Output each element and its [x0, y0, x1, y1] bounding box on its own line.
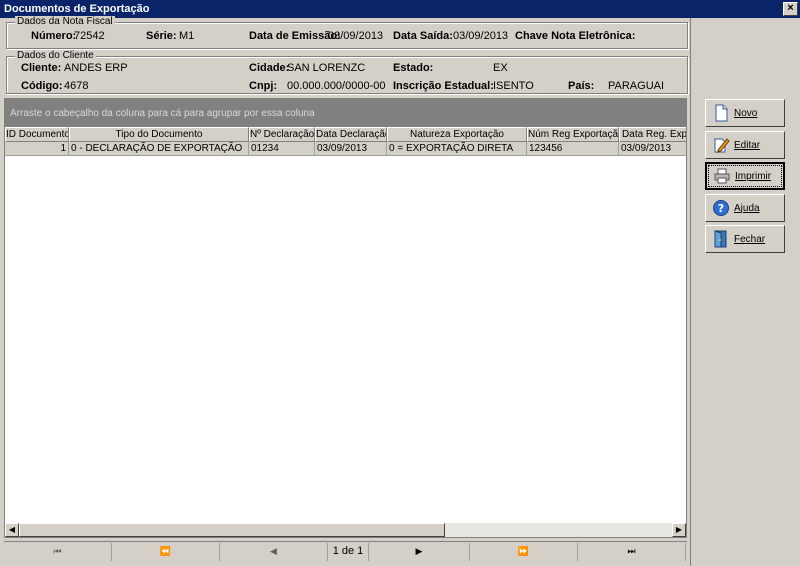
pais-value: PARAGUAI	[608, 80, 665, 92]
codigo-value: 4678	[64, 80, 89, 92]
ajuda-label: Ajuda	[734, 202, 760, 214]
cnpj-label: Cnpj:	[249, 80, 278, 92]
next-page-button[interactable]: ⏩	[470, 543, 578, 561]
close-icon: ×	[787, 2, 794, 14]
imprimir-button[interactable]: Imprimir	[705, 162, 785, 190]
previous-record-button[interactable]: ◀	[220, 543, 328, 561]
nota-fiscal-legend: Dados da Nota Fiscal	[15, 16, 115, 27]
exit-door-icon	[712, 230, 730, 248]
scroll-thumb[interactable]	[19, 523, 445, 537]
last-icon: ⏭	[627, 546, 636, 556]
codigo-label: Código:	[21, 80, 63, 92]
previous-page-button[interactable]: ⏪	[112, 543, 220, 561]
previous-icon: ◀	[270, 546, 277, 556]
documents-grid[interactable]: Arraste o cabeçalho da coluna para cá pa…	[4, 98, 687, 538]
cell-num-reg-exportacao[interactable]: 123456	[527, 142, 619, 156]
column-id-documento[interactable]: ID Documento	[5, 127, 69, 142]
edit-pencil-icon	[712, 136, 730, 154]
cliente-legend: Dados do Cliente	[15, 50, 96, 61]
cell-data-declaracao[interactable]: 03/09/2013	[315, 142, 387, 156]
nota-fiscal-group: Dados da Nota Fiscal Número: 72542 Série…	[6, 16, 688, 49]
new-document-icon	[712, 104, 730, 122]
saida-value: 03/09/2013	[453, 30, 509, 42]
novo-button[interactable]: Novo	[705, 99, 785, 127]
emissao-value: 03/09/2013	[328, 30, 384, 42]
emissao-label: Data de Emissão:	[249, 30, 341, 42]
cell-tipo-documento[interactable]: 0 - DECLARAÇÃO DE EXPORTAÇÃO	[69, 142, 249, 156]
table-row[interactable]: 1 0 - DECLARAÇÃO DE EXPORTAÇÃO 01234 03/…	[5, 142, 686, 156]
cidade-label: Cidade:	[249, 62, 290, 74]
next-record-button[interactable]: ▶	[368, 543, 470, 561]
ie-label: Inscrição Estadual:	[393, 80, 494, 92]
estado-label: Estado:	[393, 62, 434, 74]
imprimir-label: Imprimir	[735, 170, 772, 182]
cell-id-documento[interactable]: 1	[5, 142, 69, 156]
svg-text:?: ?	[718, 202, 724, 215]
help-icon: ?	[712, 199, 730, 217]
horizontal-scrollbar[interactable]: ◀ ▶	[5, 523, 686, 537]
close-button[interactable]: ×	[783, 2, 798, 16]
ajuda-button[interactable]: ? Ajuda	[705, 194, 785, 222]
serie-value: M1	[179, 30, 195, 42]
column-data-reg-exportacao[interactable]: Data Reg. Expor	[619, 127, 686, 142]
actions-panel: Novo Editar Imprimir ? Ajuda Fechar	[690, 18, 800, 566]
cnpj-value: 00.000.000/0000-00	[287, 80, 386, 92]
column-num-declaracao[interactable]: Nº Declaração	[249, 127, 315, 142]
first-icon: ⏮	[53, 546, 62, 556]
previous-page-icon: ⏪	[159, 546, 172, 556]
cliente-value: ANDES ERP	[64, 62, 128, 74]
cell-data-reg-exportacao[interactable]: 03/09/2013	[619, 142, 686, 156]
fechar-button[interactable]: Fechar	[705, 225, 785, 253]
saida-label: Data Saída:	[393, 30, 453, 42]
page-indicator: 1 de 1	[332, 545, 364, 557]
pais-label: País:	[568, 80, 595, 92]
first-record-button[interactable]: ⏮	[4, 543, 112, 561]
column-num-reg-exportacao[interactable]: Núm Reg Exportação	[527, 127, 619, 142]
cell-natureza-exportacao[interactable]: 0 = EXPORTAÇÃO DIRETA	[387, 142, 527, 156]
last-record-button[interactable]: ⏭	[578, 543, 686, 561]
scroll-right-button[interactable]: ▶	[672, 523, 686, 537]
column-natureza-exportacao[interactable]: Natureza Exportação	[387, 127, 527, 142]
numero-label: Número:	[31, 30, 77, 42]
editar-label: Editar	[734, 139, 761, 151]
window-title: Documentos de Exportação	[4, 3, 150, 15]
scroll-left-button[interactable]: ◀	[5, 523, 19, 537]
column-tipo-documento[interactable]: Tipo do Documento	[69, 127, 249, 142]
chave-label: Chave Nota Eletrônica:	[515, 30, 636, 42]
cidade-value: SAN LORENZC	[287, 62, 366, 74]
next-icon: ▶	[415, 546, 423, 556]
cell-num-declaracao[interactable]: 01234	[249, 142, 315, 156]
estado-value: EX	[493, 62, 508, 74]
cliente-group: Dados do Cliente Cliente: ANDES ERP Cida…	[6, 50, 688, 94]
title-bar: Documentos de Exportação ×	[0, 0, 800, 18]
record-navigator: ⏮ ⏪ ◀ 1 de 1 ▶ ⏩ ⏭	[4, 541, 687, 561]
cliente-label: Cliente:	[21, 62, 62, 74]
group-by-area[interactable]: Arraste o cabeçalho da coluna para cá pa…	[5, 99, 686, 127]
column-data-declaracao[interactable]: Data Declaração	[315, 127, 387, 142]
serie-label: Série:	[146, 30, 177, 42]
fechar-label: Fechar	[734, 233, 766, 245]
novo-label: Novo	[734, 107, 758, 119]
numero-value: 72542	[74, 30, 105, 42]
printer-icon	[713, 167, 731, 185]
editar-button[interactable]: Editar	[705, 131, 785, 159]
grid-header: ID Documento Tipo do Documento Nº Declar…	[5, 127, 686, 142]
next-page-icon: ⏩	[517, 546, 530, 556]
ie-value: ISENTO	[493, 80, 534, 92]
